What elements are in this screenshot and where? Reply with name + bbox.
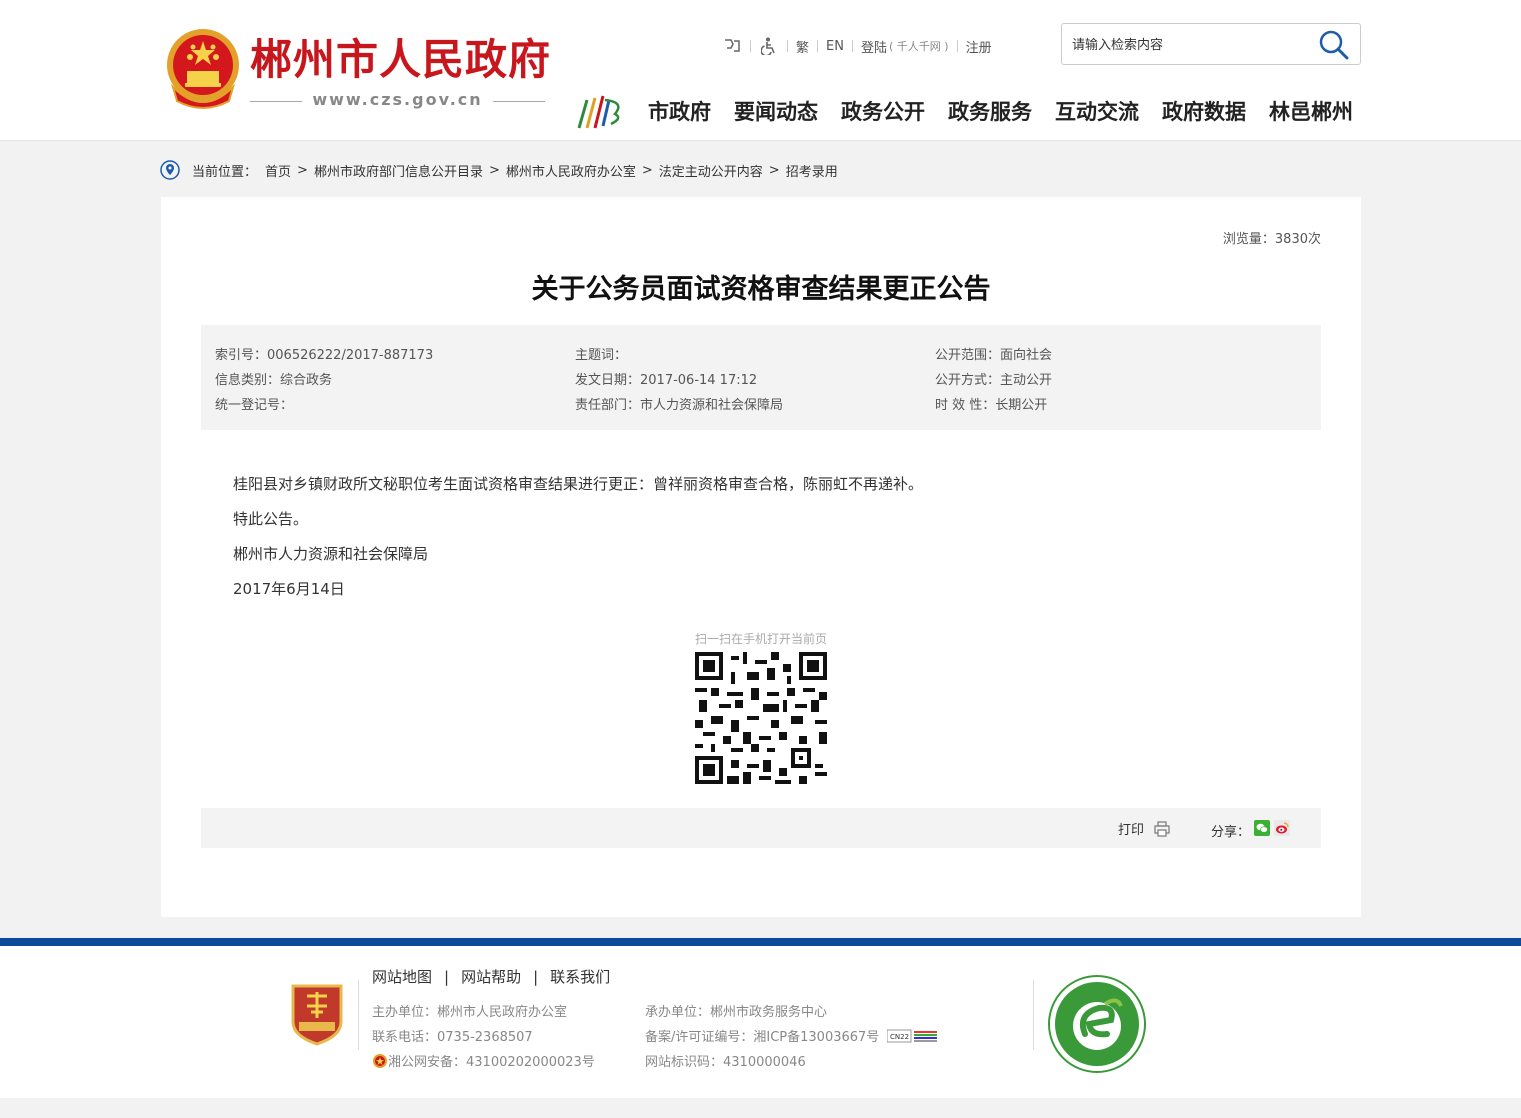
body-paragraph: 郴州市人力资源和社会保障局 [233, 545, 429, 563]
breadcrumb-directory[interactable]: 郴州市政府部门信息公开目录 [314, 161, 483, 180]
low-vision-icon[interactable] [722, 36, 742, 56]
share-bar: 分享： [1211, 820, 1291, 840]
breadcrumb-home[interactable]: 首页 [265, 161, 291, 180]
nav-item-government-affairs[interactable]: 政务公开 [841, 96, 925, 126]
print-label: 打印 [1118, 823, 1145, 838]
footer-undertaker: 承办单位：郴州市政务服务中心 [645, 1005, 828, 1020]
breadcrumb-recruitment[interactable]: 招考录用 [786, 161, 838, 180]
divider [750, 40, 751, 52]
article-title: 关于公务员面试资格审查结果更正公告 [531, 274, 991, 305]
police-badge-icon [373, 1053, 387, 1068]
civilized-website-badge-icon[interactable] [1047, 974, 1147, 1074]
nav-item-interaction[interactable]: 互动交流 [1055, 96, 1139, 126]
divider [787, 40, 788, 52]
share-label: 分享： [1211, 824, 1251, 840]
location-pin-icon [160, 160, 180, 180]
meta-date: 发文日期：2017-06-14 17:12 [575, 373, 758, 388]
meta-method: 公开方式：主动公开 [935, 373, 1053, 388]
print-button[interactable]: 打印 [1118, 819, 1170, 838]
nav-item-linyi-chenzhou[interactable]: 林邑郴州 [1269, 96, 1353, 126]
site-title[interactable]: 郴州市人民政府 [250, 34, 551, 86]
accessibility-icon[interactable] [759, 36, 779, 56]
breadcrumb-public-content[interactable]: 法定主动公开内容 [659, 161, 763, 180]
english-link[interactable]: EN [826, 39, 844, 54]
breadcrumb: 当前位置： 首页 > 郴州市政府部门信息公开目录 > 郴州市人民政府办公室 > … [160, 159, 838, 181]
login-link[interactable]: 登陆 [861, 37, 887, 56]
footer-link-contact[interactable]: 联系我们 [550, 966, 610, 987]
breadcrumb-separator: > [641, 162, 653, 178]
view-count: 浏览量：3830次 [1222, 232, 1321, 247]
icp-badge-icon: CN22 [887, 1029, 938, 1042]
footer-link-help[interactable]: 网站帮助 [461, 966, 521, 987]
footer-link-sitemap[interactable]: 网站地图 [372, 966, 432, 987]
footer-site-code: 网站标识码：4310000046 [645, 1055, 806, 1070]
wechat-icon[interactable] [1254, 820, 1271, 840]
breadcrumb-separator: > [297, 162, 308, 178]
party-government-badge-icon[interactable] [289, 982, 345, 1046]
nav-item-data[interactable]: 政府数据 [1162, 96, 1246, 126]
police-record-text: 湘公网安备：43100202000023号 [388, 1055, 595, 1070]
national-emblem-icon [167, 29, 239, 109]
icp-text: 备案/许可证编号：湘ICP备13003667号 [645, 1030, 880, 1045]
link-separator: | [444, 967, 450, 986]
main-nav: 市政府 要闻动态 政务公开 政务服务 互动交流 政府数据 林邑郴州 [648, 96, 1353, 126]
nav-logo-icon [577, 95, 620, 129]
qr-code-icon [695, 652, 827, 784]
breadcrumb-separator: > [488, 162, 500, 178]
divider [956, 40, 958, 52]
nav-item-city-government[interactable]: 市政府 [648, 96, 711, 126]
search-box [1061, 23, 1361, 65]
footer-police-record[interactable]: 湘公网安备：43100202000023号 [372, 1051, 595, 1070]
breadcrumb-label: 当前位置： [192, 164, 258, 180]
footer-divider [358, 980, 359, 1050]
site-url: www.czs.gov.cn [250, 90, 545, 109]
site-footer: 网站地图 | 网站帮助 | 联系我们 主办单位：郴州市人民政府办公室 联系电话：… [0, 946, 1521, 1098]
meta-category: 信息类别：综合政务 [215, 373, 333, 388]
meta-registration-no: 统一登记号： [215, 398, 294, 413]
meta-department: 责任部门：市人力资源和社会保障局 [575, 398, 784, 413]
login-note: ( 千人千网 ) [888, 40, 949, 53]
divider [851, 40, 853, 52]
footer-phone: 联系电话：0735-2368507 [372, 1030, 533, 1045]
meta-validity: 时 效 性：长期公开 [935, 398, 1048, 413]
metadata-table: 索引号：006526222/2017-887173 信息类别：综合政务 统一登记… [201, 325, 1321, 430]
meta-scope: 公开范围：面向社会 [935, 348, 1053, 363]
footer-links: 网站地图 | 网站帮助 | 联系我们 [372, 966, 610, 987]
breadcrumb-office[interactable]: 郴州市人民政府办公室 [506, 161, 636, 180]
traditional-chinese-link[interactable]: 繁 [796, 37, 809, 56]
body-paragraph: 特此公告。 [233, 510, 309, 528]
body-paragraph: 2017年6月14日 [233, 580, 345, 598]
link-separator: | [533, 967, 539, 986]
site-header: 郴州市人民政府 www.czs.gov.cn 繁 EN 登陆 ( 千人千网 ) … [0, 0, 1521, 141]
nav-item-services[interactable]: 政务服务 [948, 96, 1032, 126]
meta-index-no: 索引号：006526222/2017-887173 [215, 348, 434, 363]
article-body: 桂阳县对乡镇财政所文秘职位考生面试资格审查结果进行更正：曾祥丽资格审查合格，陈丽… [233, 467, 923, 607]
body-paragraph: 桂阳县对乡镇财政所文秘职位考生面试资格审查结果进行更正：曾祥丽资格审查合格，陈丽… [233, 475, 924, 493]
nav-item-news[interactable]: 要闻动态 [734, 96, 818, 126]
article-panel: 浏览量：3830次 关于公务员面试资格审查结果更正公告 索引号：00652622… [161, 197, 1361, 917]
svg-text:CN22: CN22 [890, 1033, 909, 1041]
meta-keywords: 主题词： [575, 348, 628, 363]
top-links: 繁 EN 登陆 ( 千人千网 ) 注册 [722, 36, 992, 56]
printer-icon [1154, 820, 1170, 837]
breadcrumb-separator: > [768, 162, 780, 178]
article-toolbar: 打印 分享： [201, 808, 1321, 848]
footer-divider-bar [0, 938, 1521, 946]
divider [817, 40, 819, 52]
footer-host: 主办单位：郴州市人民政府办公室 [372, 1005, 568, 1020]
footer-divider [1033, 980, 1034, 1050]
footer-icp[interactable]: 备案/许可证编号：湘ICP备13003667号 CN22 [645, 1026, 939, 1045]
search-input[interactable] [1072, 34, 1312, 56]
weibo-icon[interactable] [1274, 820, 1291, 840]
search-icon[interactable] [1318, 29, 1350, 61]
page-bottom-strip [0, 1098, 1521, 1118]
register-link[interactable]: 注册 [966, 37, 992, 56]
qr-caption: 扫一扫在手机打开当前页 [694, 632, 827, 646]
